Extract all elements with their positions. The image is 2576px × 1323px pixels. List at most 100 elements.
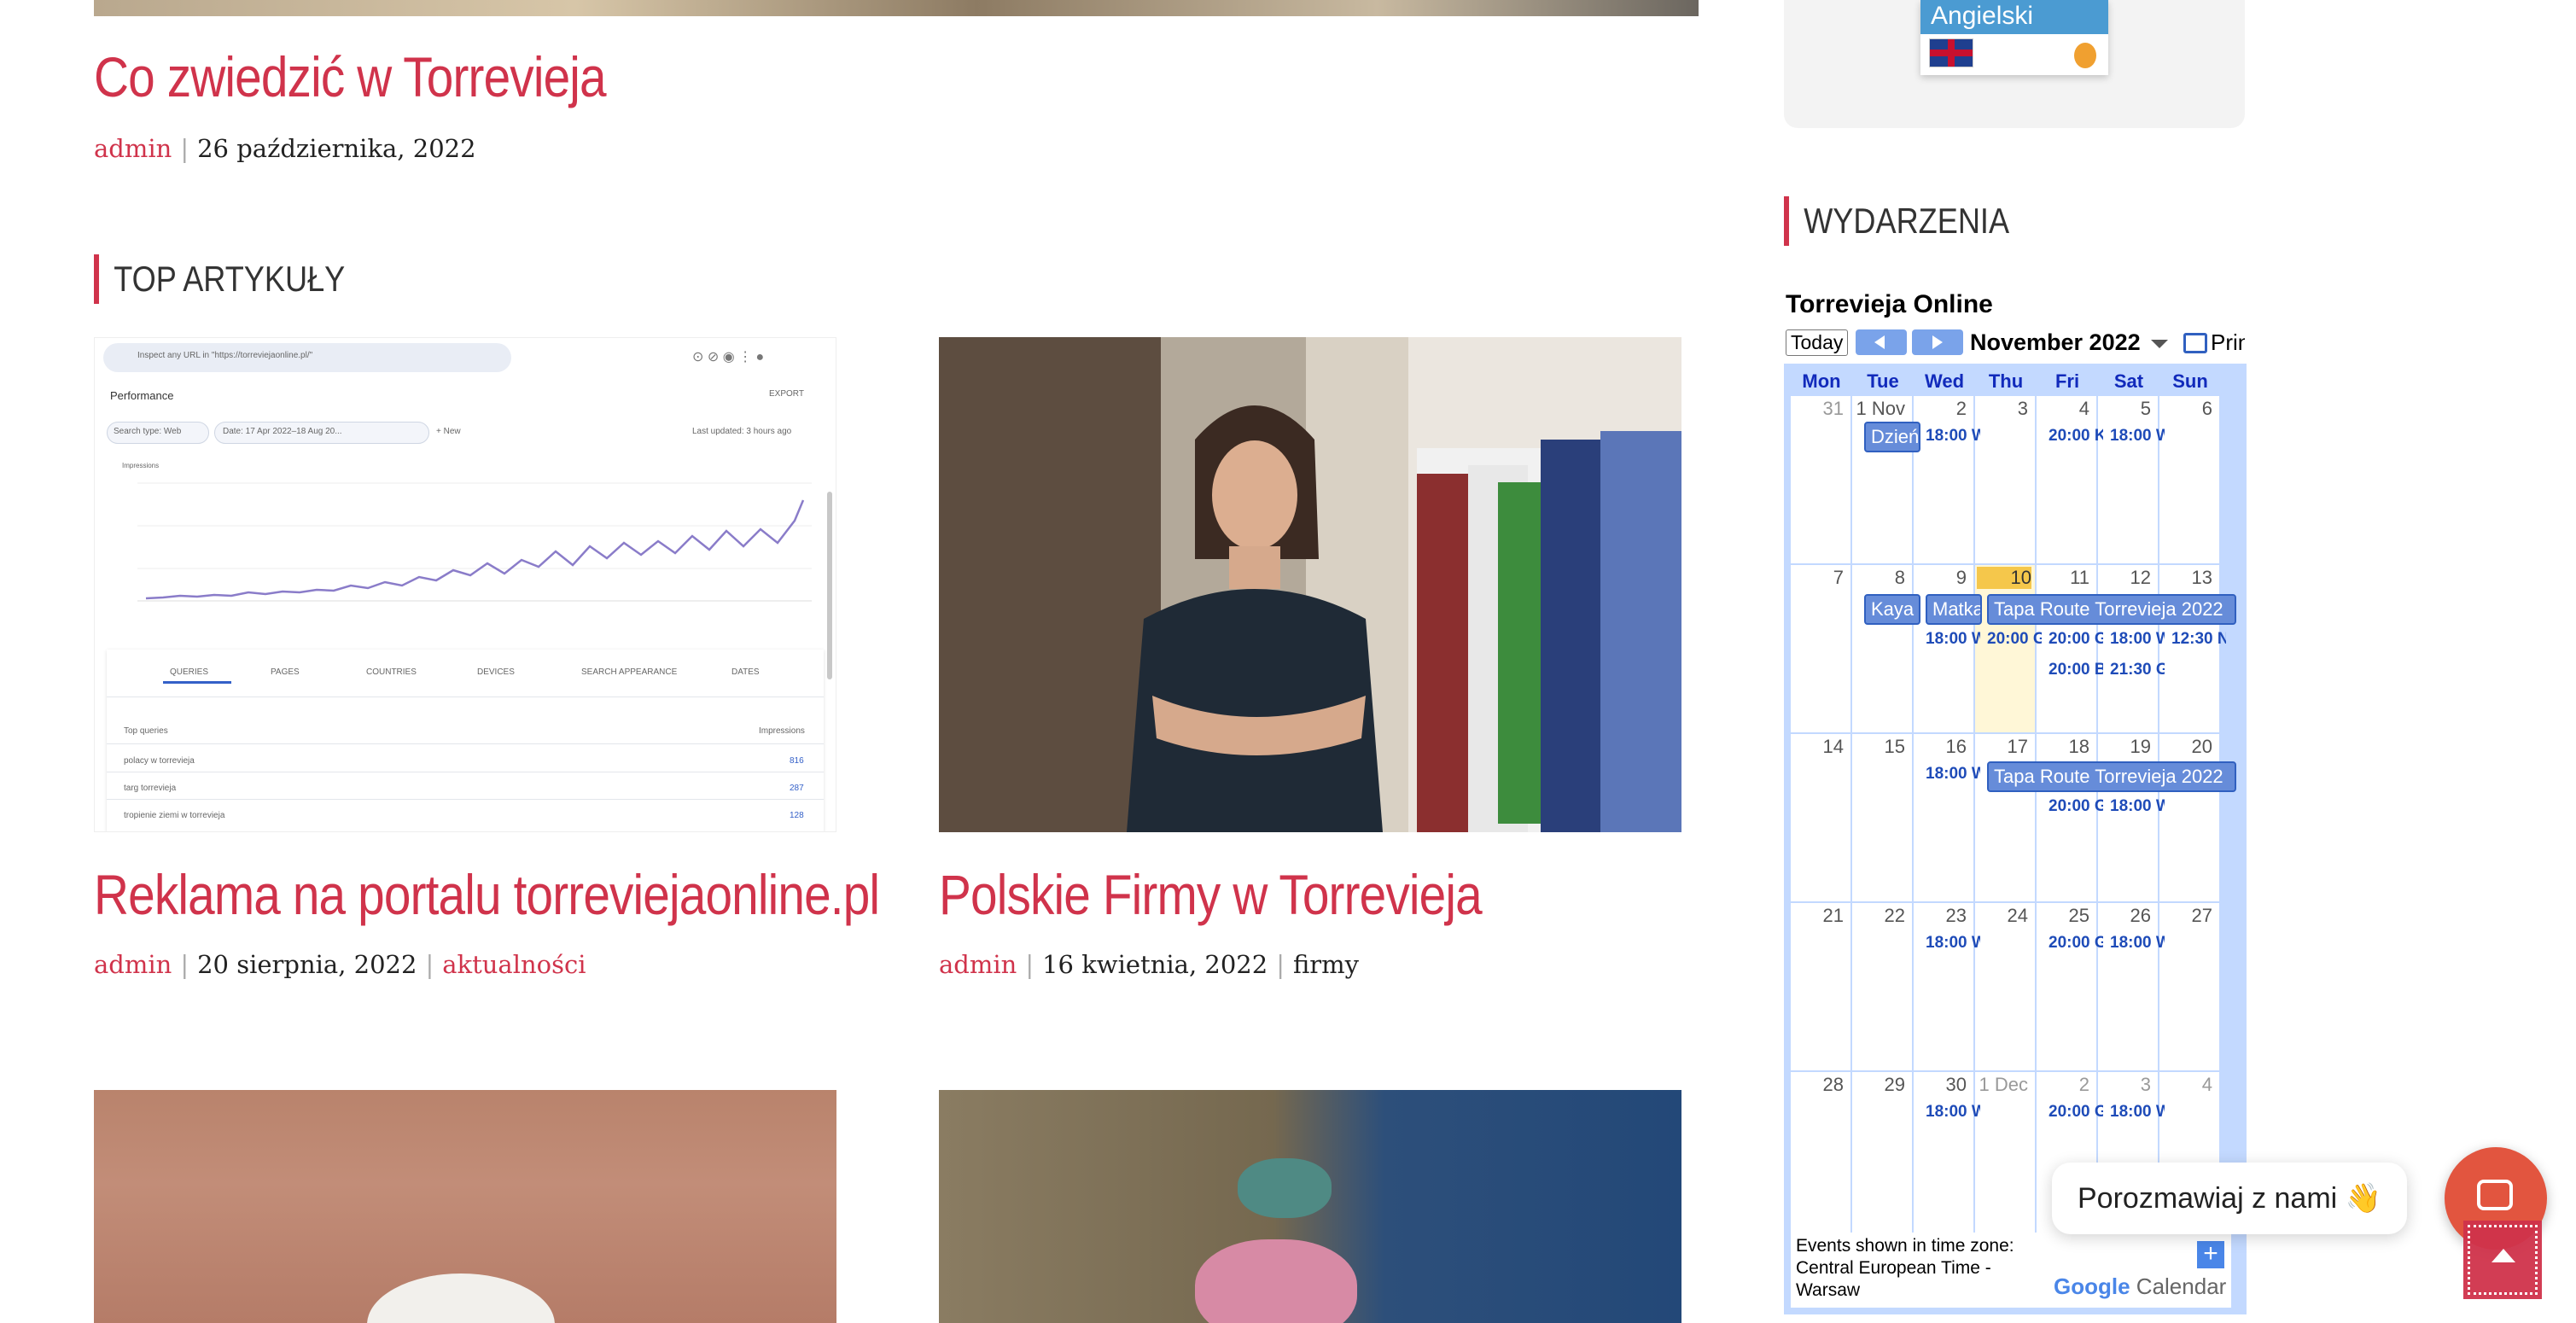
timezone-line-2: Central European Time - xyxy=(1796,1258,1991,1278)
event-entry[interactable]: 18:00 W xyxy=(1926,1103,1980,1122)
author-link[interactable]: admin xyxy=(94,950,172,979)
event-entry[interactable]: 20:00 G xyxy=(1987,630,2042,649)
calendar-day-cell[interactable] xyxy=(1914,565,1973,732)
calendar-day-cell[interactable] xyxy=(1791,734,1850,901)
event-chip[interactable]: Matka xyxy=(1926,594,1982,625)
event-entry[interactable]: 18:00 W xyxy=(1926,630,1980,649)
gsc-heading: Performance xyxy=(110,389,174,402)
event-chip[interactable]: Dzień xyxy=(1864,422,1920,452)
event-entry[interactable]: 18:00 W xyxy=(2110,630,2165,649)
event-chip[interactable]: Kaya xyxy=(1864,594,1920,625)
top-article-image[interactable] xyxy=(94,0,1699,16)
article-title-reklama[interactable]: Reklama na portalu torreviejaonline.pl xyxy=(94,862,880,927)
calendar-day-number: 10 xyxy=(1977,567,2031,589)
scroll-to-top-button[interactable] xyxy=(2463,1221,2542,1299)
event-entry[interactable]: 18:00 W xyxy=(2110,797,2165,816)
article-image-store[interactable] xyxy=(939,337,1681,832)
article-image-salt-lake[interactable] xyxy=(94,1090,836,1323)
calendar-day-cell[interactable] xyxy=(2098,565,2158,732)
event-entry[interactable]: 20:00 G xyxy=(2049,934,2103,953)
gsc-tab-underline xyxy=(163,681,231,684)
calendar-day-cell[interactable] xyxy=(1914,396,1973,563)
event-entry[interactable]: 18:00 W xyxy=(2110,1103,2165,1122)
category-link[interactable]: aktualności xyxy=(442,950,586,979)
calendar-day-cell[interactable] xyxy=(2037,903,2096,1070)
weekday-fri: Fri xyxy=(2054,370,2080,392)
event-entry[interactable]: 20:00 G xyxy=(2049,797,2103,816)
top-article-title[interactable]: Co zwiedzić w Torrevieja xyxy=(94,44,607,109)
article-title-firmy[interactable]: Polskie Firmy w Torrevieja xyxy=(939,862,1483,927)
calendar-day-number: 5 xyxy=(2140,398,2151,419)
calendar-day-cell[interactable] xyxy=(2037,734,2096,901)
calendar-day-number: 19 xyxy=(2130,736,2151,757)
calendar-day-cell[interactable] xyxy=(1791,565,1850,732)
event-entry[interactable]: 20:00 G xyxy=(2049,630,2103,649)
calendar-day-cell[interactable] xyxy=(2159,565,2219,732)
post-date: 20 sierpnia, 2022 xyxy=(197,950,417,979)
calendar-day-number: 4 xyxy=(2078,398,2089,419)
print-button[interactable]: Print xyxy=(2183,329,2245,357)
calendar-day-cell[interactable] xyxy=(1914,1072,1973,1239)
calendar-day-cell[interactable] xyxy=(2159,903,2219,1070)
event-chip-tapa-route[interactable]: Tapa Route Torrevieja 2022 xyxy=(1987,761,2236,792)
calendar-day-cell[interactable] xyxy=(1852,565,1912,732)
event-entry[interactable]: 12:30 N xyxy=(2171,630,2226,649)
event-entry[interactable]: 18:00 W xyxy=(1926,934,1980,953)
calendar-day-cell[interactable] xyxy=(1791,1072,1850,1239)
calendar-day-cell[interactable] xyxy=(1852,903,1912,1070)
calendar-day-cell[interactable] xyxy=(1975,734,2035,901)
calendar-day-cell[interactable] xyxy=(1975,565,2035,732)
current-month: November 2022 xyxy=(1970,329,2141,355)
event-entry[interactable]: 18:00 W xyxy=(1926,765,1980,784)
calendar-day-cell[interactable] xyxy=(2098,396,2158,563)
gsc-tab-queries: QUERIES xyxy=(170,667,209,677)
weekday-sat: Sat xyxy=(2113,370,2144,392)
event-entry[interactable]: 21:30 G xyxy=(2110,661,2165,679)
calendar-day-cell[interactable] xyxy=(1791,903,1850,1070)
chat-prompt-bubble[interactable]: Porozmawiaj z nami 👋 xyxy=(2052,1163,2408,1234)
category-link[interactable]: firmy xyxy=(1293,950,1359,979)
calendar-day-number: 9 xyxy=(1955,567,1967,588)
calendar-day-cell[interactable] xyxy=(1975,396,2035,563)
event-entry[interactable]: 20:00 K xyxy=(2049,427,2103,446)
author-link[interactable]: admin xyxy=(94,134,172,163)
calendar-day-number: 23 xyxy=(1945,905,1967,926)
event-chip-tapa-route[interactable]: Tapa Route Torrevieja 2022 xyxy=(1987,594,2236,625)
calendar-day-cell[interactable] xyxy=(2037,396,2096,563)
prev-month-button[interactable] xyxy=(1856,329,1907,355)
calendar-day-cell[interactable] xyxy=(1914,903,1973,1070)
event-entry[interactable]: 18:00 W xyxy=(2110,934,2165,953)
event-entry[interactable]: 20:00 G xyxy=(2049,1103,2103,1122)
event-entry[interactable]: 20:00 B xyxy=(2049,661,2103,679)
calendar-day-cell[interactable] xyxy=(1975,903,2035,1070)
month-dropdown-chevron-icon[interactable] xyxy=(2151,340,2168,348)
add-to-calendar-button[interactable]: + xyxy=(2197,1241,2224,1268)
calendar-day-cell[interactable] xyxy=(2098,903,2158,1070)
calendar-day-cell[interactable] xyxy=(2159,396,2219,563)
calendar-day-cell[interactable] xyxy=(1852,1072,1912,1239)
calendar-day-cell[interactable] xyxy=(2037,565,2096,732)
meta-separator: | xyxy=(1276,950,1285,979)
calendar-day-cell[interactable] xyxy=(1914,734,1973,901)
sidebar-ad[interactable]: Angielski xyxy=(1784,0,2245,128)
author-link[interactable]: admin xyxy=(939,950,1017,979)
calendar-brand-label: Calendar xyxy=(2136,1273,2227,1299)
google-calendar-brand[interactable]: Google Calendar xyxy=(2054,1273,2226,1300)
calendar-day-cell[interactable] xyxy=(1852,734,1912,901)
calendar-day-cell[interactable] xyxy=(2159,734,2219,901)
calendar-day-cell[interactable] xyxy=(1791,396,1850,563)
article-image-satellite[interactable] xyxy=(939,1090,1681,1323)
today-button[interactable]: Today xyxy=(1786,329,1849,356)
gsc-tab-dates: DATES xyxy=(731,667,760,677)
weekday-thu: Thu xyxy=(1988,370,2024,392)
calendar-day-cell[interactable] xyxy=(1975,1072,2035,1239)
article-image-gsc[interactable]: Inspect any URL in "https://torreviejaon… xyxy=(94,337,836,832)
event-entry[interactable]: 18:00 W xyxy=(1926,427,1980,446)
calendar-day-cell[interactable] xyxy=(2098,734,2158,901)
next-month-button[interactable] xyxy=(1912,329,1963,355)
gsc-col-impressions: Impressions xyxy=(759,726,805,736)
event-entry[interactable]: 18:00 W xyxy=(2110,427,2165,446)
calendar-day-number: 3 xyxy=(2140,1074,2151,1095)
calendar-day-number: 31 xyxy=(1822,398,1844,419)
google-calendar-widget[interactable]: Torrevieja Online Today November 2022 Pr… xyxy=(1784,282,2247,1314)
